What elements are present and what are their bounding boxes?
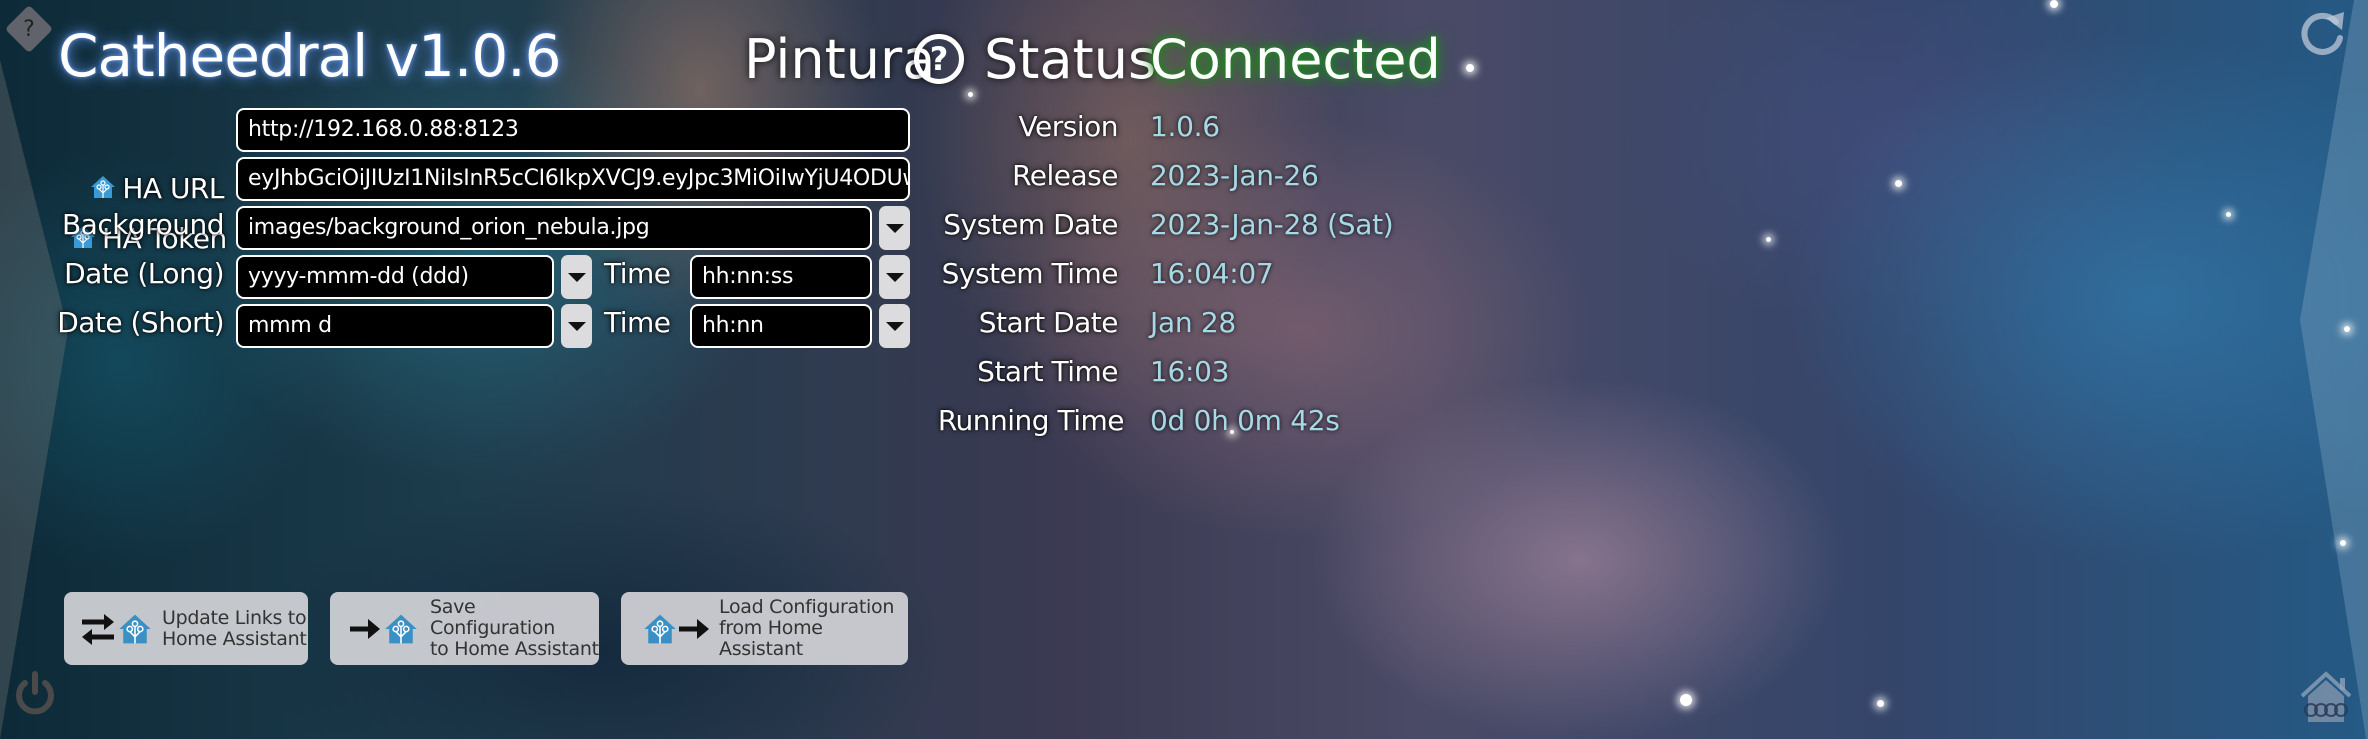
- info-label-release: Release: [1012, 159, 1118, 192]
- time-short-select[interactable]: hh:nn: [690, 304, 872, 348]
- right-nav-panel[interactable]: [2300, 0, 2368, 739]
- update-links-line1: Update Links to: [162, 606, 307, 629]
- update-links-button[interactable]: Update Links to Home Assistant: [64, 592, 308, 665]
- info-value-system-time: 16:04:07: [1150, 257, 1274, 290]
- date-long-label: Date (Long): [64, 257, 224, 290]
- caret-down-icon: [567, 272, 586, 282]
- power-icon[interactable]: [12, 668, 58, 718]
- help-diamond-button[interactable]: ?: [4, 4, 54, 54]
- info-value-running-time: 0d 0h 0m 42s: [1150, 404, 1340, 437]
- load-configuration-button[interactable]: Load Configuration from Home Assistant: [621, 592, 908, 665]
- status-value: Connected: [1150, 28, 1441, 91]
- status-label: Status: [984, 28, 1157, 91]
- ha-token-input[interactable]: eyJhbGciOiJIUzI1NiIsInR5cCI6IkpXVCJ9.eyJ…: [236, 157, 910, 201]
- time-long-select[interactable]: hh:nn:ss: [690, 255, 872, 299]
- date-short-label: Date (Short): [57, 306, 224, 339]
- arrow-right-icon: [679, 618, 709, 639]
- background-star: [1466, 64, 1474, 72]
- background-star: [2226, 212, 2231, 217]
- time-long-label: Time: [604, 257, 671, 290]
- section-title: Pintura: [744, 28, 936, 91]
- save-configuration-line2: to Home Assistant: [430, 638, 599, 660]
- background-star: [968, 92, 973, 97]
- date-short-select[interactable]: mmm d: [236, 304, 554, 348]
- home-icon[interactable]: [2298, 666, 2354, 724]
- ha-url-label: HA URL: [90, 172, 224, 205]
- home-assistant-icon: [644, 614, 676, 643]
- caret-down-icon: [567, 321, 586, 331]
- load-configuration-line1: Load Configuration: [719, 596, 895, 618]
- background-star: [1895, 180, 1902, 187]
- background-label: Background: [61, 208, 225, 241]
- background-star: [2344, 326, 2350, 332]
- info-value-start-time: 16:03: [1150, 355, 1230, 388]
- date-long-dropdown-button[interactable]: [561, 255, 592, 299]
- refresh-icon[interactable]: [2296, 8, 2348, 60]
- ha-url-input[interactable]: http://192.168.0.88:8123: [236, 108, 910, 152]
- info-label-running-time: Running Time: [937, 404, 1125, 437]
- background-star: [1877, 700, 1884, 707]
- info-label-version: Version: [1018, 110, 1119, 143]
- home-assistant-icon: [385, 614, 417, 643]
- update-links-line2: Home Assistant: [162, 627, 307, 650]
- info-label-start-date: Start Date: [978, 306, 1119, 339]
- background-star: [1766, 237, 1771, 242]
- background-star: [2340, 540, 2346, 546]
- app-title: Catheedral v1.0.6: [58, 22, 562, 90]
- info-value-version: 1.0.6: [1150, 110, 1220, 143]
- date-long-select[interactable]: yyyy-mmm-dd (ddd): [236, 255, 554, 299]
- save-configuration-line1: Save Configuration: [430, 596, 555, 639]
- load-configuration-line2: from Home Assistant: [719, 617, 823, 660]
- ha-url-label-text: HA URL: [122, 172, 224, 205]
- help-button[interactable]: ?: [914, 34, 964, 84]
- background-select[interactable]: images/background_orion_nebula.jpg: [236, 206, 872, 250]
- background-star: [2050, 0, 2058, 8]
- home-assistant-icon: [119, 614, 151, 643]
- background-star: [1680, 694, 1692, 706]
- info-label-system-date: System Date: [943, 208, 1118, 241]
- time-short-label: Time: [604, 306, 671, 339]
- info-label-system-time: System Time: [941, 257, 1119, 290]
- home-assistant-icon: [91, 176, 116, 198]
- question-circle-icon: ?: [929, 40, 949, 78]
- swap-arrows-icon: [82, 613, 114, 645]
- info-value-release: 2023-Jan-26: [1150, 159, 1319, 192]
- save-configuration-button[interactable]: Save Configuration to Home Assistant: [330, 592, 599, 665]
- date-short-dropdown-button[interactable]: [561, 304, 592, 348]
- info-value-system-date: 2023-Jan-28 (Sat): [1150, 208, 1394, 241]
- arrow-right-icon: [350, 618, 380, 639]
- info-label-start-time: Start Time: [977, 355, 1118, 388]
- left-nav-panel[interactable]: [0, 0, 68, 739]
- question-mark-icon: ?: [23, 16, 35, 42]
- info-value-start-date: Jan 28: [1150, 306, 1236, 339]
